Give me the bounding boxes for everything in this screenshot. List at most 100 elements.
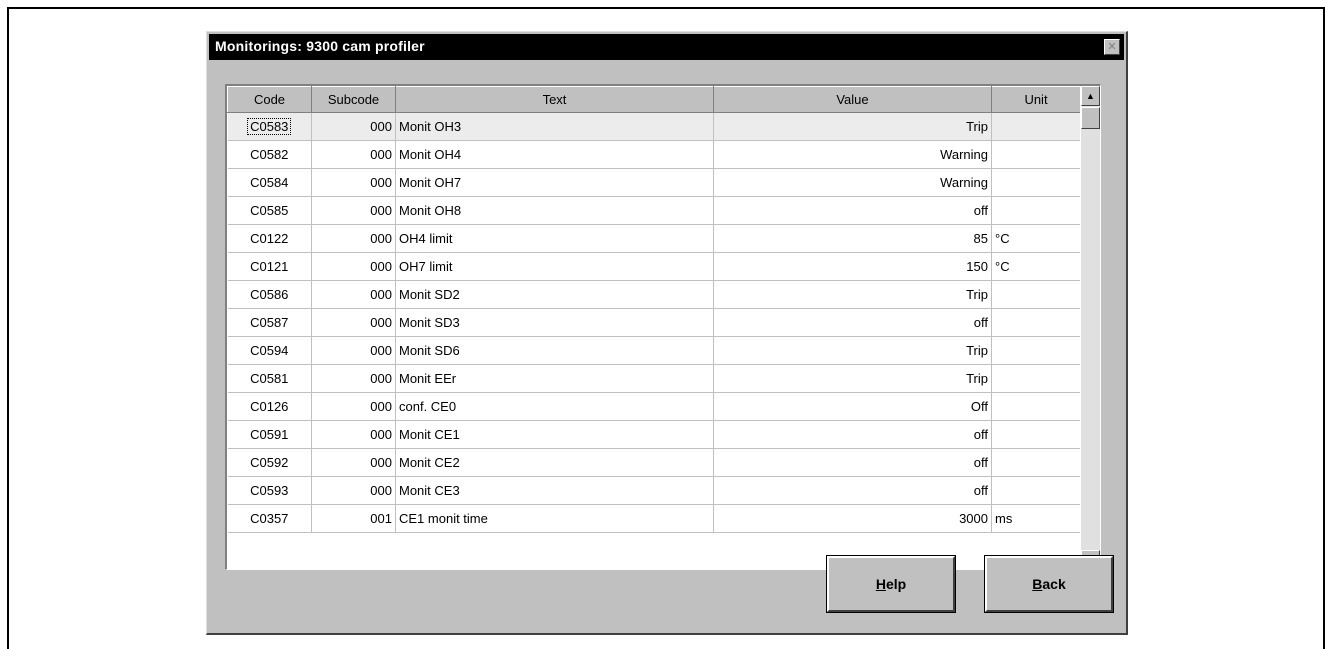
cell-subcode[interactable]: 000 [311, 448, 396, 477]
cell-subcode[interactable]: 000 [311, 420, 396, 449]
cell-code[interactable]: C0593 [227, 476, 312, 505]
table-row[interactable]: C0357 001 CE1 monit time 3000 ms [227, 504, 1080, 533]
cell-code[interactable]: C0585 [227, 196, 312, 225]
table-row[interactable]: C0585 000 Monit OH8 off [227, 196, 1080, 225]
cell-text[interactable]: Monit CE2 [395, 448, 714, 477]
cell-unit[interactable]: ms [991, 504, 1080, 533]
column-header-code[interactable]: Code [227, 86, 312, 113]
cell-text[interactable]: Monit SD2 [395, 280, 714, 309]
scroll-thumb[interactable] [1081, 107, 1100, 129]
cell-text[interactable]: OH4 limit [395, 224, 714, 253]
cell-subcode[interactable]: 000 [311, 476, 396, 505]
cell-value[interactable]: off [713, 196, 992, 225]
cell-unit[interactable] [991, 392, 1080, 421]
cell-subcode[interactable]: 000 [311, 280, 396, 309]
cell-text[interactable]: Monit EEr [395, 364, 714, 393]
cell-subcode[interactable]: 001 [311, 504, 396, 533]
cell-unit[interactable] [991, 112, 1080, 141]
cell-code[interactable]: C0592 [227, 448, 312, 477]
cell-text[interactable]: Monit CE3 [395, 476, 714, 505]
cell-value[interactable]: off [713, 420, 992, 449]
cell-unit[interactable] [991, 448, 1080, 477]
cell-text[interactable]: Monit OH7 [395, 168, 714, 197]
cell-subcode[interactable]: 000 [311, 224, 396, 253]
cell-text[interactable]: conf. CE0 [395, 392, 714, 421]
back-button[interactable]: Back [984, 555, 1114, 613]
cell-code[interactable]: C0594 [227, 336, 312, 365]
cell-code[interactable]: C0591 [227, 420, 312, 449]
column-header-text[interactable]: Text [395, 86, 714, 113]
cell-unit[interactable] [991, 420, 1080, 449]
cell-value[interactable]: Trip [713, 112, 992, 141]
table-row[interactable]: C0584 000 Monit OH7 Warning [227, 168, 1080, 197]
table-row[interactable]: C0582 000 Monit OH4 Warning [227, 140, 1080, 169]
cell-value[interactable]: Trip [713, 280, 992, 309]
cell-text[interactable]: Monit SD6 [395, 336, 714, 365]
cell-unit[interactable] [991, 168, 1080, 197]
cell-subcode[interactable]: 000 [311, 308, 396, 337]
cell-code[interactable]: C0121 [227, 252, 312, 281]
cell-subcode[interactable]: 000 [311, 392, 396, 421]
cell-text[interactable]: CE1 monit time [395, 504, 714, 533]
cell-unit[interactable] [991, 364, 1080, 393]
cell-unit[interactable] [991, 280, 1080, 309]
column-header-unit[interactable]: Unit [991, 86, 1080, 113]
cell-subcode[interactable]: 000 [311, 168, 396, 197]
cell-code[interactable]: C0583 [227, 112, 312, 141]
table-row[interactable]: C0122 000 OH4 limit 85 °C [227, 224, 1080, 253]
column-header-value[interactable]: Value [713, 86, 992, 113]
cell-subcode[interactable]: 000 [311, 196, 396, 225]
close-button[interactable]: ✕ [1104, 39, 1120, 55]
table-row[interactable]: C0591 000 Monit CE1 off [227, 420, 1080, 449]
cell-subcode[interactable]: 000 [311, 140, 396, 169]
cell-code[interactable]: C0586 [227, 280, 312, 309]
cell-code[interactable]: C0122 [227, 224, 312, 253]
help-button[interactable]: Help [826, 555, 956, 613]
cell-subcode[interactable]: 000 [311, 364, 396, 393]
table-row[interactable]: C0592 000 Monit CE2 off [227, 448, 1080, 477]
cell-unit[interactable] [991, 196, 1080, 225]
cell-value[interactable]: Warning [713, 140, 992, 169]
cell-text[interactable]: Monit OH3 [395, 112, 714, 141]
cell-unit[interactable] [991, 476, 1080, 505]
cell-unit[interactable]: °C [991, 252, 1080, 281]
table-row[interactable]: C0593 000 Monit CE3 off [227, 476, 1080, 505]
cell-text[interactable]: OH7 limit [395, 252, 714, 281]
column-header-subcode[interactable]: Subcode [311, 86, 396, 113]
cell-code[interactable]: C0584 [227, 168, 312, 197]
cell-code[interactable]: C0581 [227, 364, 312, 393]
table-row[interactable]: C0121 000 OH7 limit 150 °C [227, 252, 1080, 281]
cell-unit[interactable] [991, 140, 1080, 169]
title-bar[interactable]: Monitorings: 9300 cam profiler ✕ [209, 34, 1124, 60]
cell-value[interactable]: Trip [713, 364, 992, 393]
cell-unit[interactable] [991, 336, 1080, 365]
cell-text[interactable]: Monit OH8 [395, 196, 714, 225]
cell-value[interactable]: Trip [713, 336, 992, 365]
cell-subcode[interactable]: 000 [311, 112, 396, 141]
cell-unit[interactable]: °C [991, 224, 1080, 253]
cell-text[interactable]: Monit SD3 [395, 308, 714, 337]
cell-subcode[interactable]: 000 [311, 336, 396, 365]
table-row[interactable]: C0587 000 Monit SD3 off [227, 308, 1080, 337]
cell-value[interactable]: off [713, 308, 992, 337]
table-row[interactable]: C0594 000 Monit SD6 Trip [227, 336, 1080, 365]
cell-value[interactable]: 3000 [713, 504, 992, 533]
scroll-up-button[interactable]: ▲ [1081, 86, 1100, 106]
cell-code[interactable]: C0587 [227, 308, 312, 337]
cell-value[interactable]: off [713, 448, 992, 477]
cell-value[interactable]: Off [713, 392, 992, 421]
vertical-scrollbar[interactable]: ▲ ▼ [1081, 86, 1100, 569]
table-row[interactable]: C0581 000 Monit EEr Trip [227, 364, 1080, 393]
cell-text[interactable]: Monit OH4 [395, 140, 714, 169]
cell-subcode[interactable]: 000 [311, 252, 396, 281]
cell-value[interactable]: 85 [713, 224, 992, 253]
table-row[interactable]: C0583 000 Monit OH3 Trip [227, 112, 1080, 141]
cell-value[interactable]: Warning [713, 168, 992, 197]
table-row[interactable]: C0586 000 Monit SD2 Trip [227, 280, 1080, 309]
cell-value[interactable]: 150 [713, 252, 992, 281]
cell-unit[interactable] [991, 308, 1080, 337]
cell-code[interactable]: C0126 [227, 392, 312, 421]
table-row[interactable]: C0126 000 conf. CE0 Off [227, 392, 1080, 421]
cell-code[interactable]: C0357 [227, 504, 312, 533]
cell-value[interactable]: off [713, 476, 992, 505]
